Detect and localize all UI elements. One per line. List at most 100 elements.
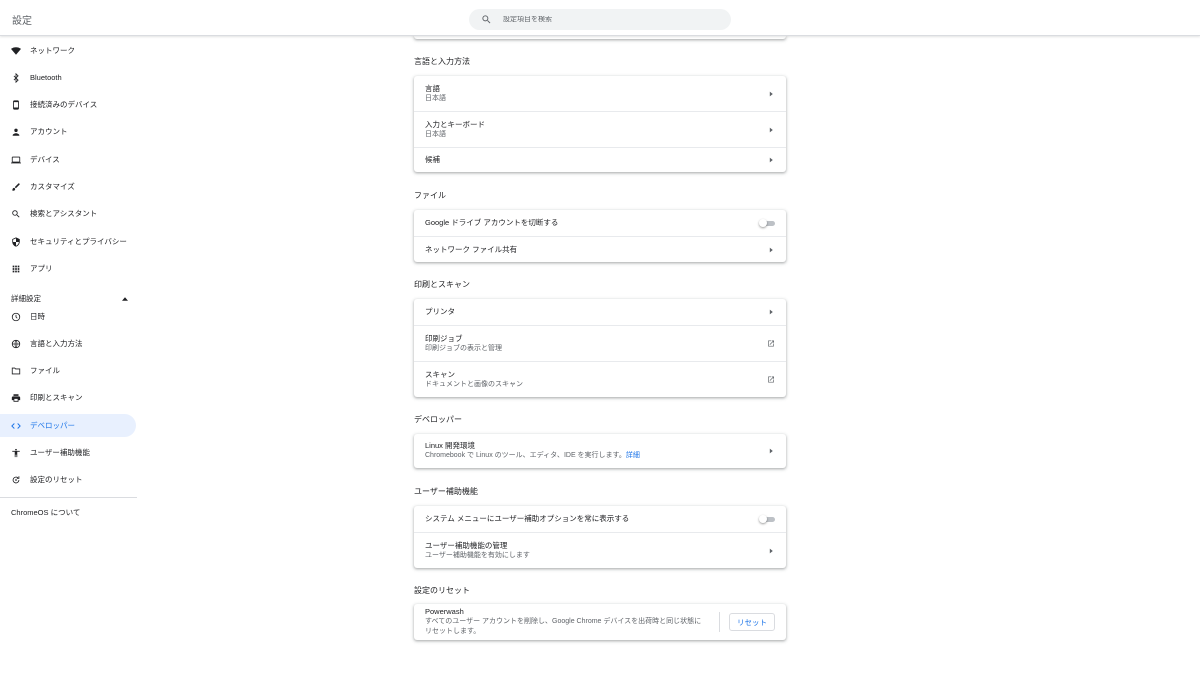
row-label: 入力とキーボード bbox=[425, 119, 485, 129]
row-sublabel: ドキュメントと画像のスキャン bbox=[425, 380, 523, 388]
row-sublabel-line2: リセットします。 bbox=[425, 628, 481, 635]
search-icon bbox=[11, 209, 21, 219]
row-label: Powerwash bbox=[425, 607, 464, 616]
row-suggestions[interactable]: 候補 bbox=[414, 147, 786, 172]
sidebar-item-label: ネットワーク bbox=[30, 46, 75, 55]
sidebar-item-bluetooth[interactable]: Bluetooth bbox=[0, 66, 136, 89]
sidebar-item-label: デバイス bbox=[30, 155, 60, 164]
section-title-languages: 言語と入力方法 bbox=[414, 57, 470, 66]
card-print-scan: プリンタ 印刷ジョブ 印刷ジョブの表示と管理 スキャン ドキュメントと画像のスキ… bbox=[414, 299, 786, 397]
sidebar-item-search-assistant[interactable]: 検索とアシスタント bbox=[0, 202, 136, 225]
sidebar-item-label: 日時 bbox=[30, 312, 45, 321]
sidebar-item-label: セキュリティとプライバシー bbox=[30, 237, 127, 246]
card-files: Google ドライブ アカウントを切断する ネットワーク ファイル共有 bbox=[414, 210, 786, 262]
sidebar-about-chromeos[interactable]: ChromeOS について bbox=[11, 507, 80, 518]
sidebar-item-device[interactable]: デバイス bbox=[0, 148, 136, 171]
sidebar-item-print-scan[interactable]: 印刷とスキャン bbox=[0, 386, 136, 409]
previous-card-edge bbox=[414, 36, 786, 39]
search-icon bbox=[482, 15, 491, 24]
section-title-print-scan: 印刷とスキャン bbox=[414, 280, 470, 289]
row-label: ユーザー補助機能の管理 bbox=[425, 540, 508, 550]
arrow-right-icon bbox=[767, 156, 775, 164]
advanced-settings-toggle[interactable]: 詳細設定 bbox=[11, 291, 128, 305]
top-bar: 設定 bbox=[0, 0, 1200, 36]
row-sublabel: 印刷ジョブの表示と管理 bbox=[425, 344, 502, 352]
bluetooth-icon bbox=[11, 72, 21, 83]
row-sublabel: 日本語 bbox=[425, 130, 446, 138]
sidebar-item-customize[interactable]: カスタマイズ bbox=[0, 175, 136, 198]
row-language[interactable]: 言語 日本語 bbox=[414, 76, 786, 111]
row-printers[interactable]: プリンタ bbox=[414, 299, 786, 325]
row-manage-a11y[interactable]: ユーザー補助機能の管理 ユーザー補助機能を有効にします bbox=[414, 532, 786, 568]
row-linux-dev-env[interactable]: Linux 開発環境 Chromebook で Linux のツール、エディタ、… bbox=[414, 434, 786, 468]
arrow-right-icon bbox=[767, 547, 775, 555]
sidebar-item-accessibility[interactable]: ユーザー補助機能 bbox=[0, 441, 136, 464]
card-languages: 言語 日本語 入力とキーボード 日本語 候補 bbox=[414, 76, 786, 172]
sidebar-item-label: 検索とアシスタント bbox=[30, 209, 98, 218]
sidebar-item-date-time[interactable]: 日時 bbox=[0, 305, 136, 328]
row-label: スキャン bbox=[425, 369, 455, 379]
row-label: 印刷ジョブ bbox=[425, 333, 463, 343]
row-input-keyboard[interactable]: 入力とキーボード 日本語 bbox=[414, 111, 786, 147]
learn-more-link[interactable]: 詳細 bbox=[626, 452, 640, 459]
drive-disconnect-toggle[interactable] bbox=[759, 219, 775, 227]
apps-grid-icon bbox=[11, 264, 21, 274]
row-sublabel-line1: すべてのユーザー アカウントを削除し、Google Chrome デバイスを出荷… bbox=[425, 618, 702, 625]
phone-icon bbox=[11, 99, 21, 110]
sidebar-item-security[interactable]: セキュリティとプライバシー bbox=[0, 230, 136, 253]
vertical-separator bbox=[719, 612, 720, 632]
folder-icon bbox=[11, 366, 21, 376]
row-sublabel: ユーザー補助機能を有効にします bbox=[425, 551, 530, 559]
sidebar-item-files[interactable]: ファイル bbox=[0, 359, 136, 382]
card-reset: Powerwash すべてのユーザー アカウントを削除し、Google Chro… bbox=[414, 604, 786, 640]
section-title-files: ファイル bbox=[414, 191, 446, 200]
sidebar-item-label: Bluetooth bbox=[30, 73, 62, 82]
search-box[interactable] bbox=[469, 9, 731, 30]
sidebar-item-label: ユーザー補助機能 bbox=[30, 448, 90, 457]
arrow-right-icon bbox=[767, 90, 775, 98]
open-external-icon bbox=[767, 340, 775, 348]
row-label: システム メニューにユーザー補助オプションを常に表示する bbox=[425, 514, 630, 523]
sidebar-item-network[interactable]: ネットワーク bbox=[0, 39, 136, 62]
sidebar: ネットワーク Bluetooth 接続済みのデバイス アカウント デバイス カス… bbox=[0, 36, 137, 675]
row-scan[interactable]: スキャン ドキュメントと画像のスキャン bbox=[414, 361, 786, 397]
arrow-right-icon bbox=[767, 447, 775, 455]
open-external-icon bbox=[767, 376, 775, 384]
printer-icon bbox=[11, 393, 21, 403]
sidebar-item-label: アカウント bbox=[30, 127, 68, 136]
app-title: 設定 bbox=[12, 16, 32, 27]
search-input[interactable] bbox=[503, 16, 703, 23]
accessibility-icon bbox=[11, 448, 21, 458]
card-developers: Linux 開発環境 Chromebook で Linux のツール、エディタ、… bbox=[414, 434, 786, 468]
section-title-developers: デベロッパー bbox=[414, 415, 462, 424]
sidebar-item-label: カスタマイズ bbox=[30, 182, 75, 191]
sidebar-item-label: デベロッパー bbox=[30, 421, 75, 430]
laptop-icon bbox=[11, 155, 21, 165]
caret-up-icon bbox=[122, 294, 128, 303]
person-icon bbox=[11, 127, 21, 137]
sidebar-item-label: 言語と入力方法 bbox=[30, 339, 83, 348]
reset-button[interactable]: リセット bbox=[729, 613, 775, 631]
sidebar-item-account[interactable]: アカウント bbox=[0, 120, 136, 143]
section-title-accessibility: ユーザー補助機能 bbox=[414, 487, 478, 496]
row-label: ネットワーク ファイル共有 bbox=[425, 244, 518, 254]
section-title-reset: 設定のリセット bbox=[414, 586, 470, 595]
row-disconnect-drive: Google ドライブ アカウントを切断する bbox=[414, 210, 786, 236]
sidebar-item-label: 印刷とスキャン bbox=[30, 393, 83, 402]
arrow-right-icon bbox=[767, 308, 775, 316]
sidebar-item-reset[interactable]: 設定のリセット bbox=[0, 468, 136, 491]
sidebar-item-languages[interactable]: 言語と入力方法 bbox=[0, 332, 136, 355]
clock-icon bbox=[11, 312, 21, 322]
row-network-file-share[interactable]: ネットワーク ファイル共有 bbox=[414, 236, 786, 262]
row-print-jobs[interactable]: 印刷ジョブ 印刷ジョブの表示と管理 bbox=[414, 325, 786, 361]
wifi-icon bbox=[11, 46, 21, 56]
advanced-settings-label: 詳細設定 bbox=[11, 293, 41, 303]
reset-icon bbox=[11, 475, 21, 485]
sidebar-item-connected-devices[interactable]: 接続済みのデバイス bbox=[0, 93, 136, 116]
sidebar-item-label: アプリ bbox=[30, 264, 53, 273]
row-sublabel: Chromebook で Linux のツール、エディタ、IDE を実行します。… bbox=[425, 452, 640, 459]
sidebar-item-apps[interactable]: アプリ bbox=[0, 257, 136, 280]
a11y-menu-toggle[interactable] bbox=[759, 515, 775, 523]
sidebar-item-developers[interactable]: デベロッパー bbox=[0, 414, 136, 437]
sidebar-divider bbox=[0, 497, 137, 498]
